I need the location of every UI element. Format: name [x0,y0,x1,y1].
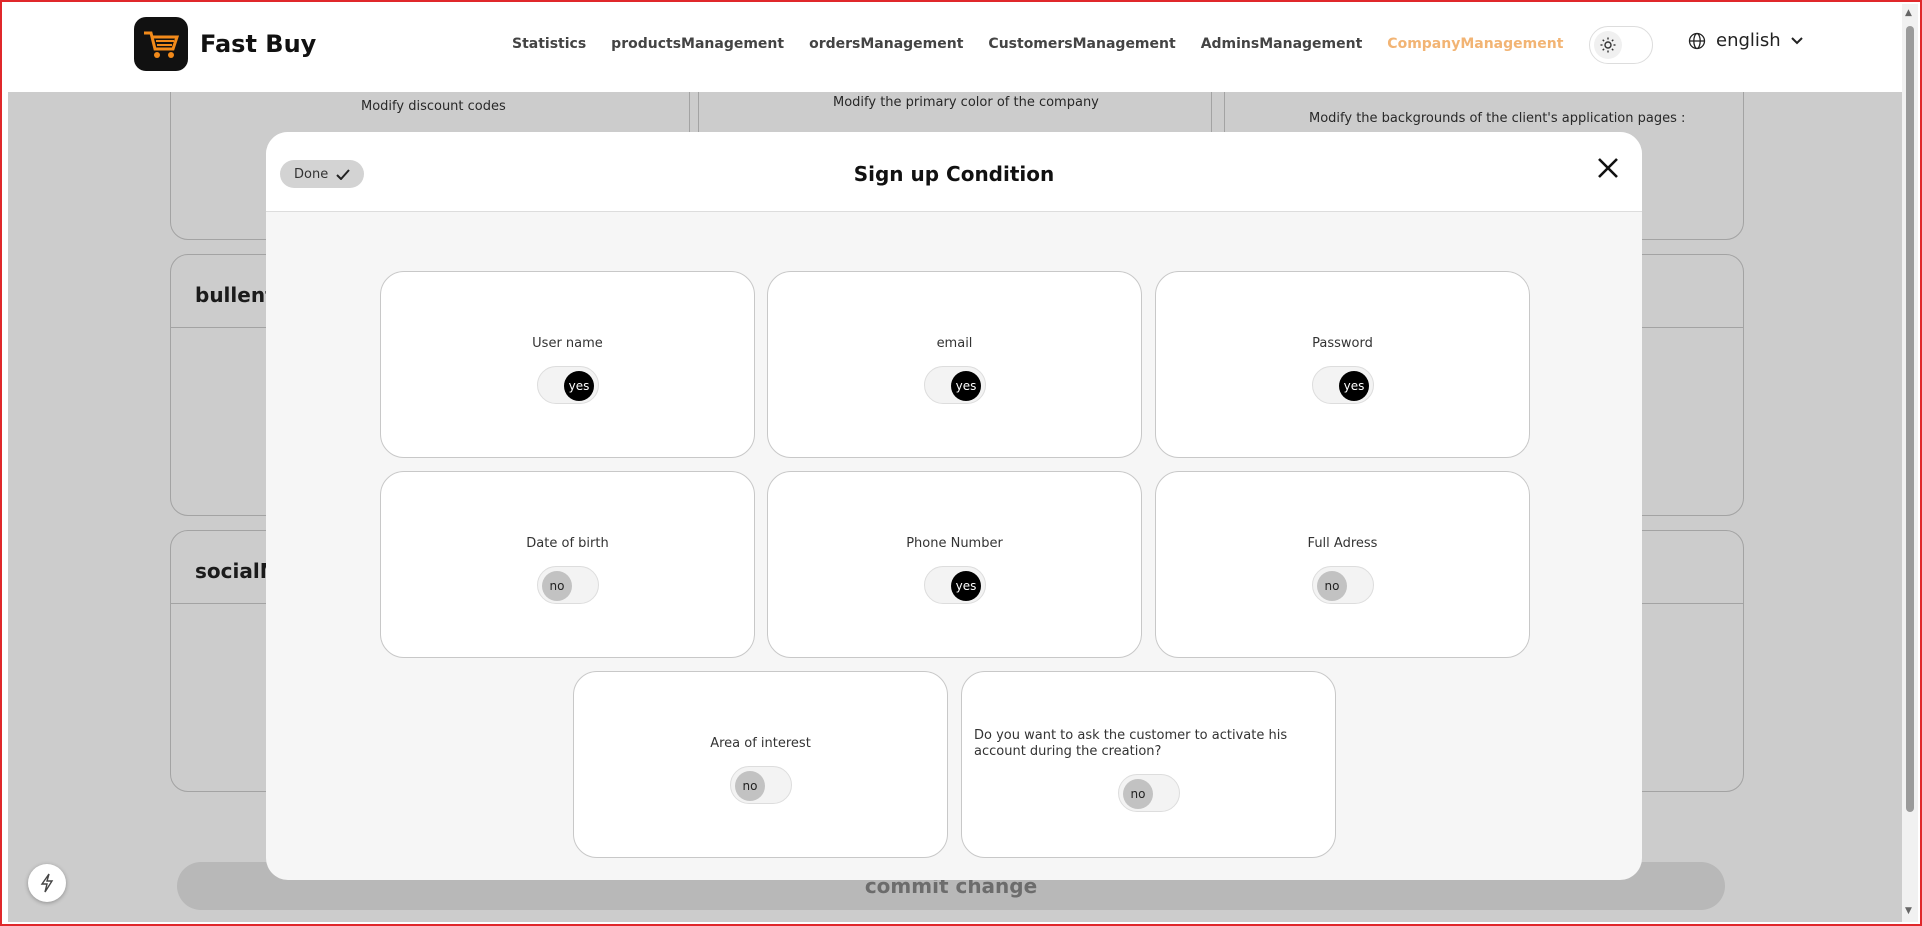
option-label: Full Adress [1307,536,1378,551]
toggle-switch[interactable]: no [730,766,792,804]
scrollbar[interactable]: ▲ ▼ [1902,4,1918,922]
scroll-up-icon[interactable]: ▲ [1905,8,1912,18]
chevron-down-icon [1790,36,1803,44]
option-card-phone-number: Phone Number yes [767,471,1142,658]
language-selector[interactable]: english [1688,30,1803,51]
toggle-knob: yes [1339,371,1369,401]
option-label: User name [532,336,603,351]
top-header: Fast Buy Statistics productsManagement o… [2,2,1902,92]
nav-company-management[interactable]: CompanyManagement [1387,36,1563,52]
option-card-activate-account: Do you want to ask the customer to activ… [961,671,1336,858]
option-card-date-of-birth: Date of birth no [380,471,755,658]
cart-icon [144,31,180,58]
nav-statistics[interactable]: Statistics [512,36,586,52]
scroll-down-icon[interactable]: ▼ [1905,906,1912,916]
toggle-switch[interactable]: yes [537,366,599,404]
toggle-switch[interactable]: no [537,566,599,604]
nav-admins-management[interactable]: AdminsManagement [1201,36,1363,52]
toggle-knob: yes [951,371,981,401]
toggle-knob: no [1317,571,1347,601]
main-nav: Statistics productsManagement ordersMana… [512,36,1588,52]
toggle-knob: no [1123,779,1153,809]
toggle-knob: no [735,771,765,801]
option-label: email [936,336,973,351]
logo[interactable] [134,17,188,71]
option-label: Date of birth [526,536,609,551]
toggle-switch[interactable]: no [1312,566,1374,604]
app-name: Fast Buy [200,30,317,58]
nav-products-management[interactable]: productsManagement [611,36,784,52]
toggle-knob: no [542,571,572,601]
option-card-full-address: Full Adress no [1155,471,1530,658]
scroll-thumb[interactable] [1906,26,1914,812]
option-label: Area of interest [710,736,811,751]
option-label: Do you want to ask the customer to activ… [974,728,1288,759]
globe-icon [1688,32,1706,49]
nav-orders-management[interactable]: ordersManagement [809,36,963,52]
sign-up-condition-modal: Done Sign up Condition User name yes ema… [266,132,1642,880]
modal-title: Sign up Condition [853,162,1055,186]
toggle-switch[interactable]: yes [924,366,986,404]
toggle-switch[interactable]: yes [924,566,986,604]
option-label: Password [1312,336,1373,351]
toggle-knob: yes [951,571,981,601]
theme-toggle[interactable] [1589,26,1653,64]
option-card-password: Password yes [1155,271,1530,458]
close-icon[interactable] [1596,156,1620,180]
nav-customers-management[interactable]: CustomersManagement [988,36,1175,52]
option-card-area-of-interest: Area of interest no [573,671,948,858]
toggle-knob: yes [564,371,594,401]
language-label: english [1716,30,1781,51]
toggle-switch[interactable]: no [1118,774,1180,812]
sun-icon [1594,31,1622,59]
modal-header: Done Sign up Condition [266,132,1642,212]
toggle-switch[interactable]: yes [1312,366,1374,404]
bolt-icon[interactable] [28,864,66,902]
option-card-email: email yes [767,271,1142,458]
option-label: Phone Number [906,536,1003,551]
option-card-user-name: User name yes [380,271,755,458]
